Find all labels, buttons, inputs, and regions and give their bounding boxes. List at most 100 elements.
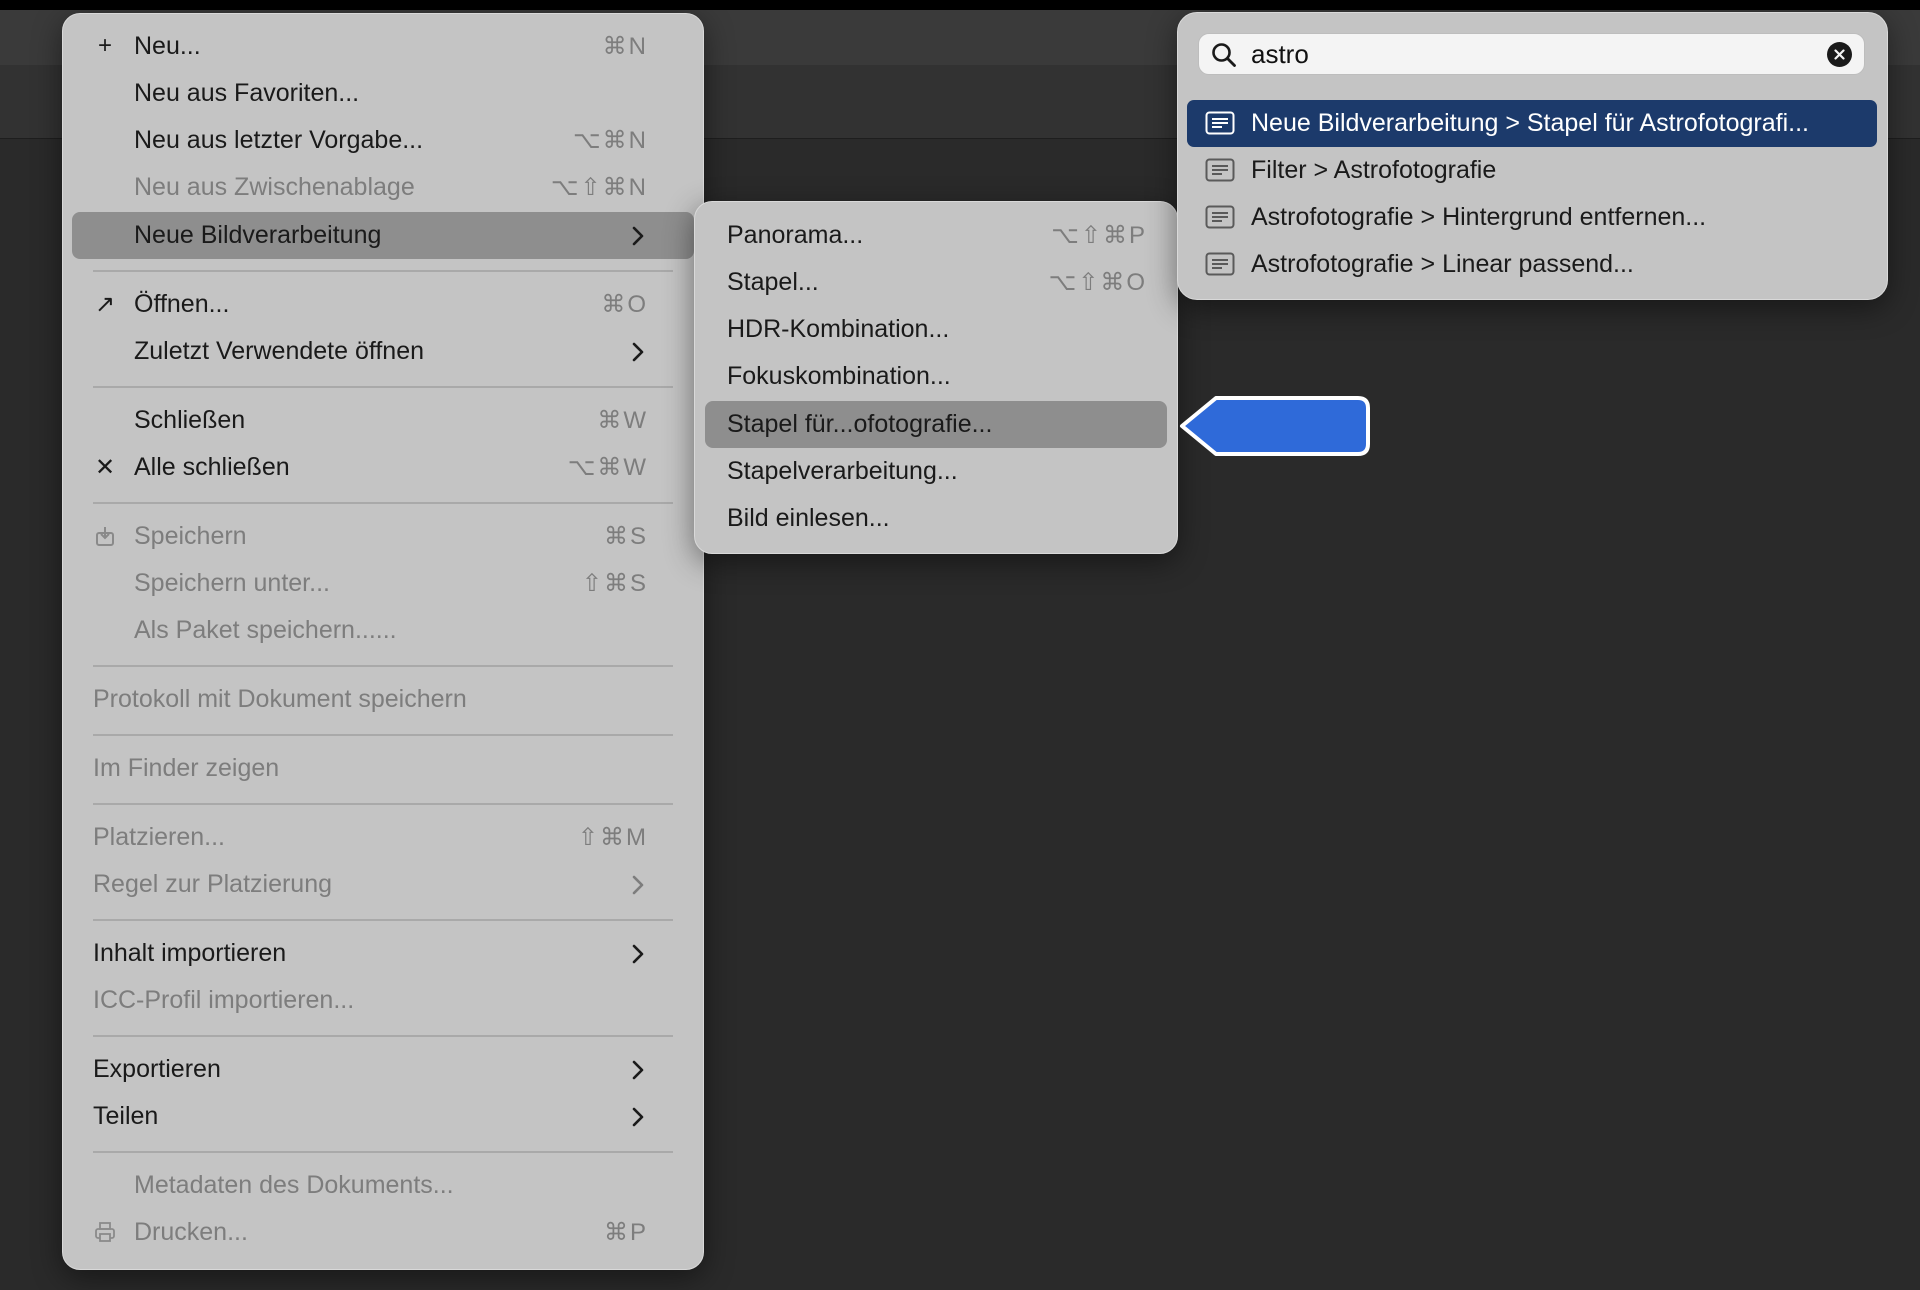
menu-item-label: Regel zur Platzierung xyxy=(93,870,333,898)
menu-item-label: Neu aus Zwischenablage xyxy=(134,173,415,201)
menu-item-label: Alle schließen xyxy=(134,453,290,481)
submenu-item-hdr-merge[interactable]: HDR-Kombination... xyxy=(727,306,1147,353)
menu-item-export[interactable]: Exportieren xyxy=(93,1046,648,1093)
plus-icon: + xyxy=(97,32,112,59)
submenu-item-stack[interactable]: Stapel... ⌥⇧⌘O xyxy=(727,259,1147,306)
menu-item-label: Inhalt importieren xyxy=(93,939,287,967)
menu-item-placement-rule[interactable]: Regel zur Platzierung xyxy=(93,861,648,908)
shortcut: ⌘P xyxy=(603,1219,648,1246)
menu-separator xyxy=(93,502,673,504)
menu-item-open[interactable]: ↗ Öffnen... ⌘O xyxy=(93,281,648,328)
menu-separator xyxy=(93,734,673,736)
search-field[interactable] xyxy=(1198,33,1865,75)
chevron-right-icon xyxy=(628,1093,648,1140)
menu-item-new[interactable]: + Neu... ⌘N xyxy=(93,23,648,70)
printer-icon xyxy=(93,1220,117,1244)
menu-item-share[interactable]: Teilen xyxy=(93,1093,648,1140)
search-result-label: Astrofotografie > Linear passend... xyxy=(1251,250,1634,278)
menu-item-new-from-last-preset[interactable]: Neu aus letzter Vorgabe... ⌥⌘N xyxy=(93,117,648,164)
shortcut: ⌘W xyxy=(597,407,648,434)
menu-item-close[interactable]: Schließen ⌘W xyxy=(93,397,648,444)
shortcut: ⌘S xyxy=(603,523,648,550)
menu-item-save-as[interactable]: Speichern unter... ⇧⌘S xyxy=(93,560,648,607)
search-result-item[interactable]: Astrofotografie > Hintergrund entfernen.… xyxy=(1187,194,1877,241)
shortcut: ⌥⇧⌘N xyxy=(550,174,648,201)
submenu-item-focus-merge[interactable]: Fokuskombination... xyxy=(727,353,1147,400)
menu-separator xyxy=(93,919,673,921)
menu-item-label: Exportieren xyxy=(93,1055,221,1083)
menu-command-icon xyxy=(1205,205,1235,236)
shortcut: ⇧⌘M xyxy=(577,824,648,851)
menu-item-label: Speichern unter... xyxy=(134,569,330,597)
chevron-right-icon xyxy=(628,930,648,977)
shortcut: ⌥⌘W xyxy=(567,454,648,481)
menu-item-label: Zuletzt Verwendete öffnen xyxy=(134,337,425,365)
menu-item-label: Als Paket speichern...... xyxy=(134,616,397,644)
menu-item-save[interactable]: Speichern ⌘S xyxy=(93,513,648,560)
menu-item-label: Metadaten des Dokuments... xyxy=(134,1171,454,1199)
submenu-item-panorama[interactable]: Panorama... ⌥⇧⌘P xyxy=(727,212,1147,259)
menu-item-import-icc-profile[interactable]: ICC-Profil importieren... xyxy=(93,977,648,1024)
menu-item-new-image-processing[interactable]: Neue Bildverarbeitung xyxy=(93,212,648,259)
menu-separator xyxy=(93,1035,673,1037)
menu-item-label: Im Finder zeigen xyxy=(93,754,280,782)
menu-item-import-content[interactable]: Inhalt importieren xyxy=(93,930,648,977)
top-edge xyxy=(0,0,1920,10)
search-result-item[interactable]: Neue Bildverarbeitung > Stapel für Astro… xyxy=(1187,100,1877,147)
menu-command-icon xyxy=(1205,158,1235,189)
search-input[interactable] xyxy=(1251,38,1791,70)
menu-item-new-from-favorites[interactable]: Neu aus Favoriten... xyxy=(93,70,648,117)
arrow-up-right-icon: ↗ xyxy=(94,290,116,318)
menu-item-show-in-finder[interactable]: Im Finder zeigen xyxy=(93,745,648,792)
menu-item-label: Neu aus Favoriten... xyxy=(134,79,360,107)
clear-icon[interactable] xyxy=(1827,42,1852,67)
shortcut: ⌘N xyxy=(602,33,648,60)
menu-item-label: ICC-Profil importieren... xyxy=(93,986,355,1014)
menu-item-close-all[interactable]: ✕ Alle schließen ⌥⌘W xyxy=(93,444,648,491)
menu-item-label: Bild einlesen... xyxy=(727,504,890,532)
chevron-right-icon xyxy=(628,1046,648,1093)
search-result-label: Neue Bildverarbeitung > Stapel für Astro… xyxy=(1251,109,1809,137)
chevron-right-icon xyxy=(628,212,648,259)
menu-item-label: Neu... xyxy=(134,32,201,60)
menu-item-label: Teilen xyxy=(93,1102,159,1130)
menu-item-open-recent[interactable]: Zuletzt Verwendete öffnen xyxy=(93,328,648,375)
search-result-item[interactable]: Astrofotografie > Linear passend... xyxy=(1187,241,1877,288)
menu-separator xyxy=(93,270,673,272)
shortcut: ⌥⌘N xyxy=(573,127,648,154)
menu-item-label: Fokuskombination... xyxy=(727,362,951,390)
menu-item-label: Neue Bildverarbeitung xyxy=(134,221,382,249)
menu-item-label: HDR-Kombination... xyxy=(727,315,950,343)
pointer-arrow xyxy=(1180,396,1370,456)
shortcut: ⌘O xyxy=(601,291,648,318)
new-image-processing-submenu: Panorama... ⌥⇧⌘P Stapel... ⌥⇧⌘O HDR-Komb… xyxy=(694,201,1178,554)
menu-separator xyxy=(93,1151,673,1153)
chevron-right-icon xyxy=(628,328,648,375)
menu-item-label: Neu aus letzter Vorgabe... xyxy=(134,126,424,154)
shortcut: ⌥⇧⌘P xyxy=(1051,222,1147,249)
menu-item-print[interactable]: Drucken... ⌘P xyxy=(93,1209,648,1256)
menu-item-save-history[interactable]: Protokoll mit Dokument speichern xyxy=(93,676,648,723)
menu-item-new-from-clipboard[interactable]: Neu aus Zwischenablage ⌥⇧⌘N xyxy=(93,164,648,211)
submenu-item-import-image[interactable]: Bild einlesen... xyxy=(727,495,1147,542)
menu-separator xyxy=(93,803,673,805)
search-result-label: Filter > Astrofotografie xyxy=(1251,156,1497,184)
menu-item-label: Öffnen... xyxy=(134,290,230,318)
menu-item-place[interactable]: Platzieren... ⇧⌘M xyxy=(93,814,648,861)
search-result-item[interactable]: Filter > Astrofotografie xyxy=(1187,147,1877,194)
search-result-label: Astrofotografie > Hintergrund entfernen.… xyxy=(1251,203,1707,231)
menu-separator xyxy=(93,665,673,667)
shortcut: ⌥⇧⌘O xyxy=(1048,269,1147,296)
submenu-item-batch[interactable]: Stapelverarbeitung... xyxy=(727,448,1147,495)
search-icon xyxy=(1211,42,1237,73)
close-icon: ✕ xyxy=(94,453,116,481)
chevron-right-icon xyxy=(628,861,648,908)
menu-item-document-metadata[interactable]: Metadaten des Dokuments... xyxy=(93,1162,648,1209)
menu-item-label: Schließen xyxy=(134,406,246,434)
menu-item-label: Speichern xyxy=(134,522,247,550)
menu-item-label: Panorama... xyxy=(727,221,864,249)
menu-item-save-as-package[interactable]: Als Paket speichern...... xyxy=(93,607,648,654)
menu-item-label: Stapel für...ofotografie... xyxy=(727,410,993,438)
save-icon xyxy=(93,524,117,548)
submenu-item-astrophotography-stack[interactable]: Stapel für...ofotografie... xyxy=(727,401,1147,448)
